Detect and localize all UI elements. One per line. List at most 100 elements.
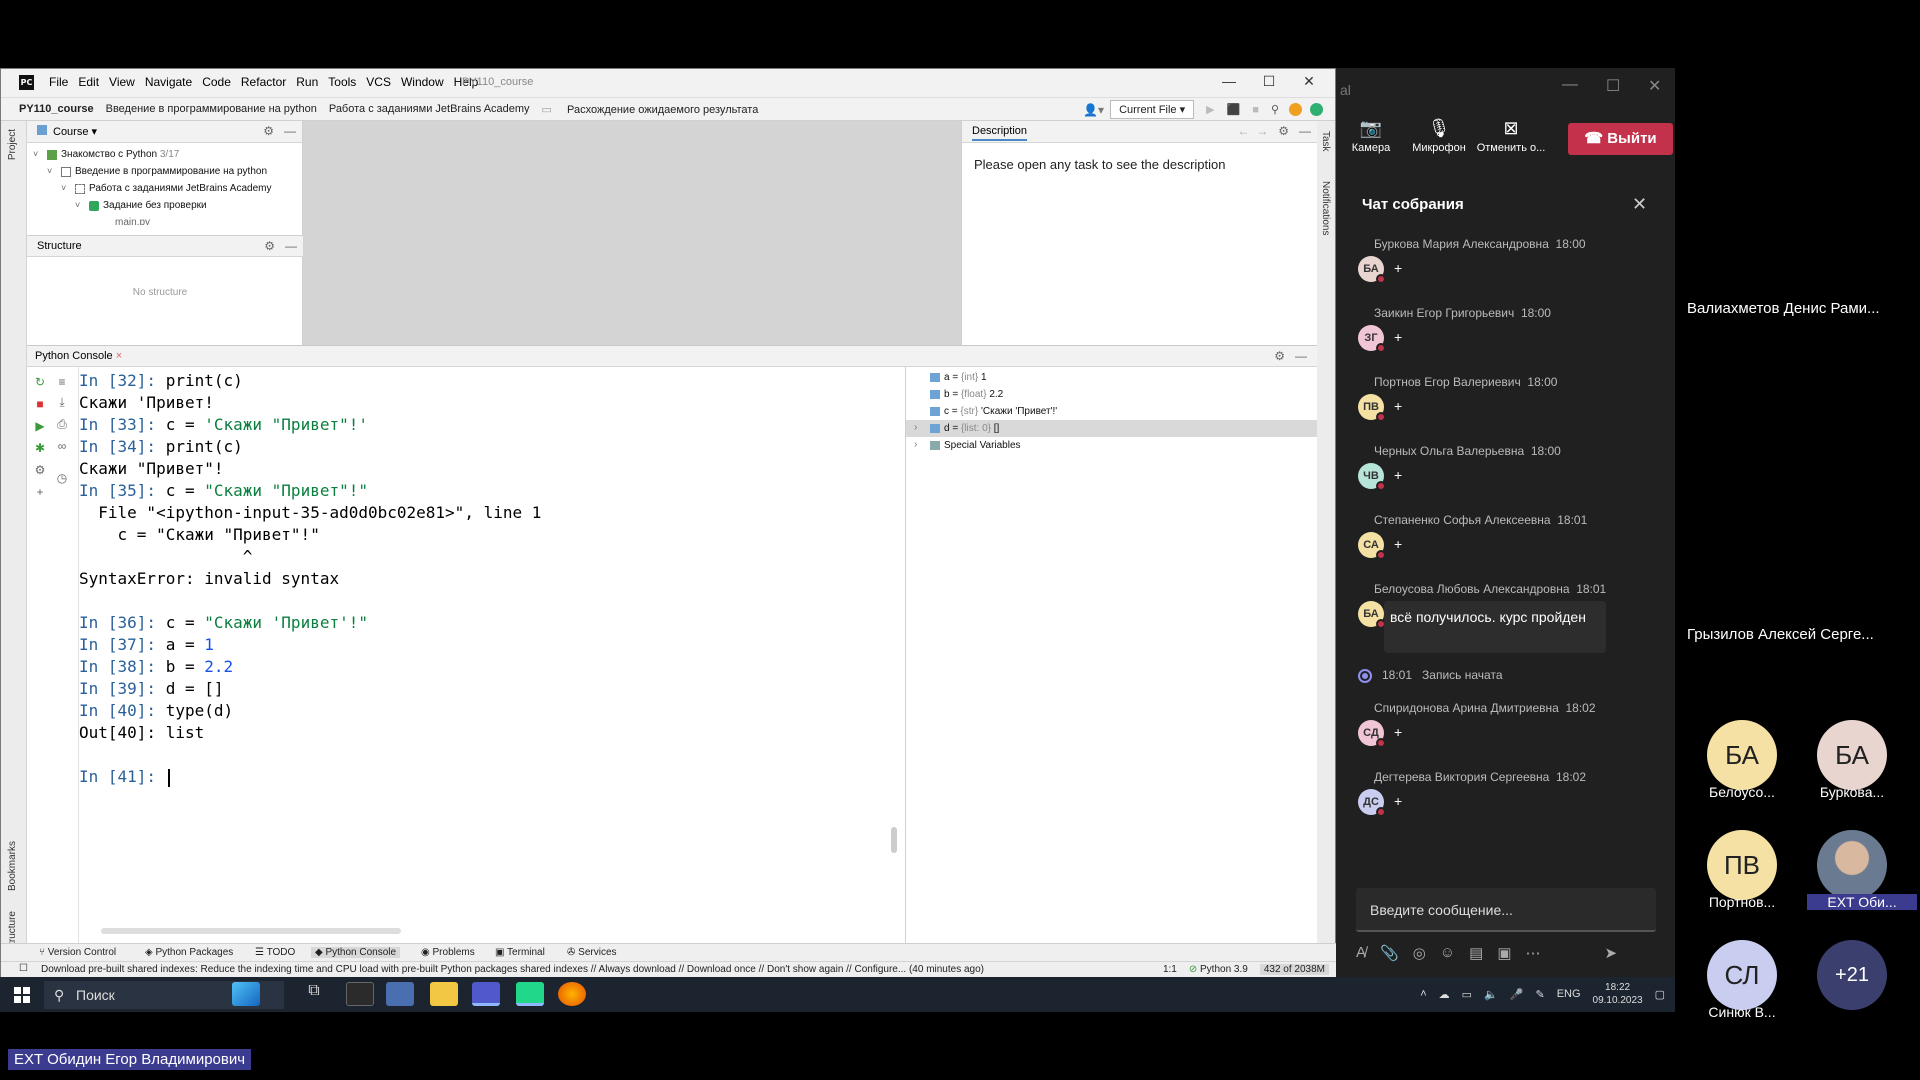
- hide-icon[interactable]: —: [1299, 124, 1311, 138]
- close-button[interactable]: ✕: [1648, 76, 1661, 96]
- notification-center-icon[interactable]: ▢: [1655, 988, 1665, 1001]
- microphone-button[interactable]: 🎙 Микрофон: [1404, 118, 1474, 154]
- tab-python-console[interactable]: Python Console ×: [35, 350, 122, 362]
- tree-item-file[interactable]: main.py: [27, 215, 302, 225]
- attach-icon[interactable]: 📎: [1380, 944, 1399, 962]
- firefox-icon[interactable]: [558, 982, 586, 1006]
- participant-avatar[interactable]: СЛ: [1707, 940, 1777, 1010]
- pycharm-taskbar-icon[interactable]: [516, 982, 544, 1006]
- gear-icon[interactable]: ⚙: [263, 124, 274, 138]
- jetbrains-academy-icon[interactable]: [1310, 103, 1323, 116]
- tree-item-lesson[interactable]: ˅ Работа с заданиями JetBrains Academy: [27, 181, 302, 198]
- run-icon[interactable]: ▶: [1206, 103, 1214, 116]
- hide-icon[interactable]: —: [285, 239, 297, 253]
- breadcrumb-lesson[interactable]: Работа с заданиями JetBrains Academy: [329, 103, 530, 116]
- notification-icon[interactable]: ☐: [19, 963, 28, 974]
- participant-avatar[interactable]: БА: [1707, 720, 1777, 790]
- chevron-up-icon[interactable]: ˄: [1420, 988, 1426, 1000]
- avatar[interactable]: ЧВ: [1358, 463, 1386, 491]
- tab-todo[interactable]: ☰ TODO: [255, 947, 295, 958]
- new-console-icon[interactable]: +: [33, 485, 47, 499]
- interpreter-widget[interactable]: ⊘ Python 3.9: [1189, 964, 1248, 975]
- minimize-button[interactable]: —: [1562, 76, 1578, 94]
- avatar[interactable]: СД: [1358, 720, 1386, 748]
- taskbar-app-highlight[interactable]: [232, 982, 260, 1006]
- close-button[interactable]: ✕: [1289, 73, 1329, 90]
- caret-position[interactable]: 1:1: [1163, 964, 1177, 975]
- python-console[interactable]: In [32]: print(c) Скажи 'Привет! In [33]…: [79, 367, 905, 943]
- show-variables-icon[interactable]: ∞: [55, 439, 69, 453]
- camera-button[interactable]: 📷 Камера: [1336, 118, 1406, 154]
- more-icon[interactable]: ⋯: [1526, 944, 1541, 962]
- horizontal-scrollbar[interactable]: [101, 928, 401, 934]
- chevron-right-icon[interactable]: ›: [914, 439, 917, 450]
- gear-icon[interactable]: ⚙: [1278, 124, 1289, 138]
- bookmarks-tool-tab[interactable]: Bookmarks: [7, 841, 18, 891]
- pen-icon[interactable]: ✎: [1535, 988, 1544, 1001]
- taskbar-app-window[interactable]: [346, 982, 374, 1006]
- windows-start-icon[interactable]: [14, 987, 30, 1003]
- gear-icon[interactable]: ⚙: [1274, 349, 1285, 363]
- close-tab-icon[interactable]: ×: [116, 350, 122, 362]
- cancel-share-button[interactable]: ⊠ Отменить о...: [1476, 118, 1546, 154]
- hide-icon[interactable]: —: [284, 124, 296, 138]
- network-icon[interactable]: ▭: [1462, 988, 1472, 1001]
- special-variables-row[interactable]: › Special Variables: [906, 437, 1317, 454]
- variable-row[interactable]: › d = {list: 0} []: [906, 420, 1317, 437]
- participant-avatar[interactable]: ПВ: [1707, 830, 1777, 900]
- tree-item-task[interactable]: ˅ Задание без проверки: [27, 198, 302, 215]
- microphone-icon[interactable]: 🎤: [1510, 988, 1524, 1001]
- debug-icon[interactable]: ⬛: [1227, 103, 1241, 116]
- menu-vcs[interactable]: VCS: [366, 75, 391, 89]
- memory-indicator[interactable]: 432 of 2038M: [1259, 964, 1329, 975]
- status-message[interactable]: Download pre-built shared indexes: Reduc…: [41, 964, 984, 975]
- task-tool-tab[interactable]: Task: [1320, 131, 1331, 152]
- notifications-tool-tab[interactable]: Notifications: [1320, 181, 1331, 235]
- course-panel-title[interactable]: Course ▾: [37, 125, 97, 138]
- volume-icon[interactable]: 🔈: [1484, 988, 1498, 1001]
- gear-icon[interactable]: ⚙: [264, 239, 275, 253]
- task-view-icon[interactable]: ⧉: [300, 982, 328, 1006]
- print-icon[interactable]: ⎙: [55, 417, 69, 431]
- sticker-icon[interactable]: ▣: [1497, 944, 1511, 962]
- variable-row[interactable]: c = {str} 'Скажи 'Привет'!': [906, 403, 1317, 420]
- format-icon[interactable]: A̸: [1356, 944, 1366, 962]
- tab-problems[interactable]: ◉ Problems: [421, 947, 475, 958]
- avatar[interactable]: ЗГ: [1358, 325, 1386, 353]
- history-icon[interactable]: ◷: [55, 471, 69, 485]
- search-icon[interactable]: ⚲: [1271, 103, 1279, 116]
- file-explorer-icon[interactable]: [430, 982, 458, 1006]
- console-input-line[interactable]: In [41]:: [79, 767, 170, 787]
- avatar[interactable]: ПВ: [1358, 394, 1386, 422]
- menu-view[interactable]: View: [109, 75, 135, 89]
- menu-run[interactable]: Run: [296, 75, 318, 89]
- update-icon[interactable]: [1289, 103, 1302, 116]
- tab-python-packages[interactable]: ◈ Python Packages: [145, 947, 233, 958]
- more-participants-button[interactable]: +21: [1817, 940, 1887, 1010]
- avatar[interactable]: ДС: [1358, 789, 1386, 817]
- hide-icon[interactable]: —: [1295, 349, 1307, 363]
- arrow-right-icon[interactable]: →: [1256, 124, 1268, 138]
- calculator-icon[interactable]: [386, 982, 414, 1006]
- onedrive-icon[interactable]: ☁: [1439, 988, 1450, 1001]
- language-indicator[interactable]: ENG: [1557, 988, 1581, 1000]
- clock[interactable]: 18:22 09.10.2023: [1593, 981, 1643, 1007]
- minimize-button[interactable]: —: [1209, 73, 1249, 90]
- menu-refactor[interactable]: Refactor: [241, 75, 286, 89]
- rerun-icon[interactable]: ↻: [33, 375, 47, 389]
- gif-icon[interactable]: ▤: [1469, 944, 1483, 962]
- loop-icon[interactable]: ◎: [1413, 944, 1426, 962]
- avatar[interactable]: БА: [1358, 256, 1386, 284]
- tree-item-course[interactable]: ˅ Знакомство с Python 3/17: [27, 147, 302, 164]
- structure-panel-title[interactable]: Structure: [37, 240, 82, 252]
- breadcrumb-section[interactable]: Введение в программирование на python: [106, 103, 317, 116]
- emoji-icon[interactable]: ☺: [1440, 944, 1455, 962]
- close-chat-icon[interactable]: ✕: [1632, 194, 1647, 215]
- settings-icon[interactable]: ⚙: [33, 463, 47, 477]
- tree-item-section[interactable]: ˅ Введение в программирование на python: [27, 164, 302, 181]
- menu-navigate[interactable]: Navigate: [145, 75, 192, 89]
- variable-row[interactable]: a = {int} 1: [906, 369, 1317, 386]
- avatar[interactable]: СА: [1358, 532, 1386, 560]
- maximize-button[interactable]: ☐: [1249, 73, 1289, 90]
- menu-file[interactable]: File: [49, 75, 68, 89]
